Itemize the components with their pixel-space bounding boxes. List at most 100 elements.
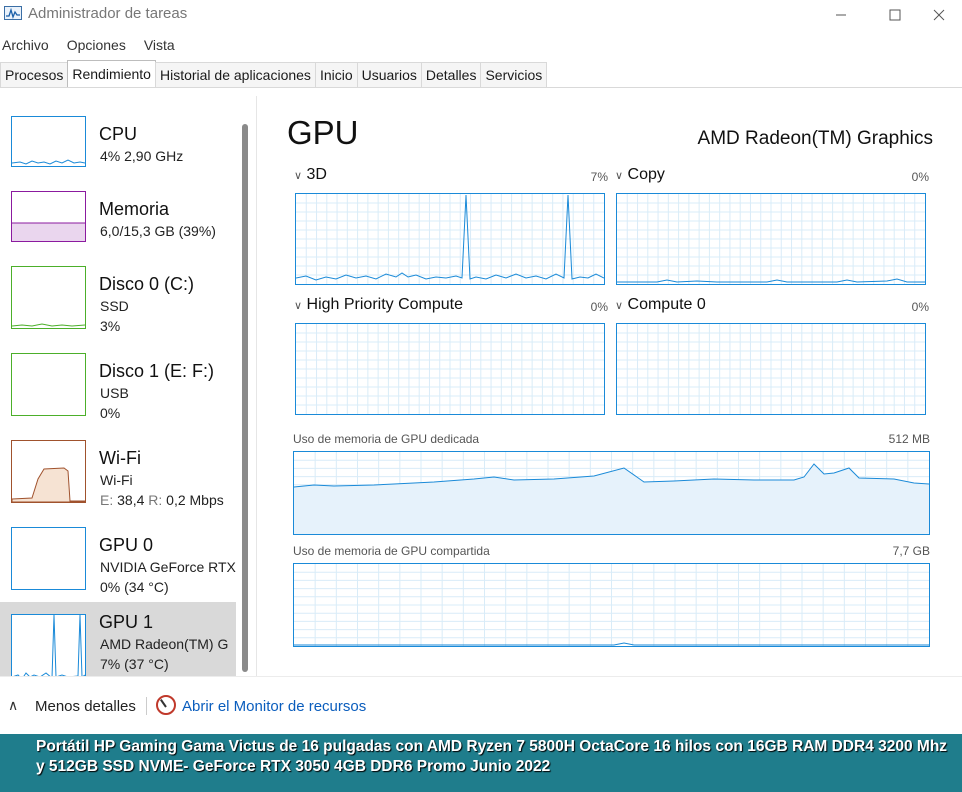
chevron-down-icon: ∨ — [294, 170, 303, 182]
graph-3d-svg — [296, 194, 604, 284]
wifi-send-prefix: E: — [100, 492, 114, 508]
sidebar-item-cpu[interactable]: CPU 4% 2,90 GHz — [0, 104, 236, 184]
wifi-thumbnail — [11, 440, 86, 503]
window-title: Administrador de tareas — [28, 5, 188, 22]
sidebar-item-sub2: 3% — [100, 318, 121, 334]
dedicated-memory-graph — [293, 451, 930, 535]
sidebar-item-memoria[interactable]: Memoria 6,0/15,3 GB (39%) — [0, 179, 236, 259]
sidebar-item-sub: SSD — [100, 298, 129, 314]
sidebar-item-title: GPU 0 — [99, 535, 154, 555]
wifi-recv-prefix: R: — [148, 492, 163, 508]
gpu1-thumbnail — [11, 614, 86, 676]
cpu-thumbnail — [11, 116, 86, 167]
sidebar-item-sub: NVIDIA GeForce RTX — [100, 559, 236, 575]
sidebar-item-wifi[interactable]: Wi-Fi Wi-Fi E: 38,4 R: 0,2 Mbps — [0, 428, 236, 508]
wifi-recv-value: 0,2 Mbps — [166, 492, 224, 508]
sidebar-item-title: Memoria — [99, 199, 170, 219]
less-details-button[interactable]: Menos detalles — [35, 698, 136, 715]
engine-graph-compute-0 — [616, 323, 926, 415]
gpu0-thumbnail — [11, 527, 86, 590]
menu-bar: Archivo Opciones Vista — [0, 34, 191, 56]
sidebar-item-sub: Wi-Fi — [100, 472, 133, 488]
dedicated-memory-value: 512 MB — [888, 432, 930, 446]
title-bar: Administrador de tareas — [0, 0, 962, 30]
menu-vista[interactable]: Vista — [142, 34, 177, 56]
minimize-button[interactable] — [818, 0, 864, 30]
performance-sidebar: CPU 4% 2,90 GHz Memoria 6,0/15,3 GB (39%… — [0, 96, 256, 676]
engine-percent: 0% — [911, 300, 929, 314]
wifi-send-value: 38,4 — [117, 492, 145, 508]
close-icon — [933, 9, 945, 21]
task-manager-icon — [4, 6, 22, 20]
engine-selector-3d[interactable]: ∨ 3D — [294, 166, 327, 184]
maximize-icon — [889, 9, 901, 21]
sidebar-item-sub2: 7% (37 °C) — [100, 656, 169, 672]
sidebar-item-disco-1[interactable]: Disco 1 (E: F:) USB 0% — [0, 342, 236, 422]
sidebar-item-disco-0[interactable]: Disco 0 (C:) SSD 3% — [0, 254, 236, 334]
engine-selector-copy[interactable]: ∨ Copy — [615, 166, 665, 184]
tab-servicios[interactable]: Servicios — [480, 62, 548, 87]
sidebar-item-sub: 4% 2,90 GHz — [100, 148, 184, 164]
menu-archivo[interactable]: Archivo — [0, 34, 51, 56]
sidebar-item-title: GPU 1 — [99, 612, 154, 632]
sidebar-item-sub: USB — [100, 385, 129, 401]
minimize-icon — [836, 14, 846, 16]
footer-bar: ∧ Menos detalles Abrir el Monitor de rec… — [0, 676, 962, 734]
resource-monitor-icon[interactable] — [156, 695, 176, 715]
tab-usuarios[interactable]: Usuarios — [356, 62, 422, 87]
caption-banner: Portátil HP Gaming Gama Victus de 16 pul… — [0, 734, 962, 792]
tab-procesos[interactable]: Procesos — [0, 62, 69, 87]
chevron-down-icon: ∨ — [615, 300, 624, 312]
close-button[interactable] — [916, 0, 962, 30]
sidebar-scrollbar[interactable] — [242, 124, 248, 672]
engine-label: Copy — [627, 166, 665, 183]
sidebar-item-title: Wi-Fi — [99, 448, 141, 468]
open-resource-monitor-link[interactable]: Abrir el Monitor de recursos — [182, 698, 366, 715]
engine-graph-3d — [295, 193, 605, 285]
tab-detalles[interactable]: Detalles — [420, 62, 482, 87]
disk0-thumbnail — [11, 266, 86, 329]
tab-inicio[interactable]: Inicio — [314, 62, 358, 87]
page-title: GPU — [287, 114, 359, 151]
sidebar-item-title: Disco 0 (C:) — [99, 274, 195, 294]
wifi-throughput: E: 38,4 R: 0,2 Mbps — [100, 492, 224, 508]
shared-memory-label: Uso de memoria de GPU compartida — [293, 544, 490, 558]
engine-graph-high-priority-compute — [295, 323, 605, 415]
chevron-up-icon[interactable]: ∧ — [8, 697, 18, 714]
shared-memory-value: 7,7 GB — [892, 544, 930, 558]
engine-label: Compute 0 — [627, 296, 706, 313]
sidebar-item-sub: 6,0/15,3 GB (39%) — [100, 223, 216, 239]
engine-graph-copy — [616, 193, 926, 285]
engine-percent: 0% — [590, 300, 608, 314]
engine-selector-high-priority-compute[interactable]: ∨ High Priority Compute — [294, 296, 463, 314]
dedicated-graph-svg — [294, 452, 929, 534]
sidebar-item-sub2: 0% (34 °C) — [100, 579, 169, 595]
chevron-down-icon: ∨ — [294, 300, 303, 312]
gpu-device-name: AMD Radeon(TM) Graphics — [697, 128, 933, 149]
tab-strip: Procesos Rendimiento Historial de aplica… — [0, 60, 962, 88]
graph-copy-svg — [617, 194, 925, 284]
sidebar-item-title: Disco 1 (E: F:) — [99, 361, 215, 381]
shared-memory-graph — [293, 563, 930, 647]
sidebar-item-gpu-0[interactable]: GPU 0 NVIDIA GeForce RTX 0% (34 °C) — [0, 515, 236, 595]
chevron-down-icon: ∨ — [615, 170, 624, 182]
sidebar-item-title: CPU — [99, 124, 138, 144]
graph-hpc-svg — [296, 324, 604, 414]
sidebar-item-sub2: 0% — [100, 405, 121, 421]
tab-rendimiento[interactable]: Rendimiento — [67, 60, 156, 87]
gpu-detail-panel: GPU AMD Radeon(TM) Graphics ∨ 3D 7% ∨ Co… — [257, 96, 962, 676]
sidebar-item-gpu-1[interactable]: GPU 1 AMD Radeon(TM) G 7% (37 °C) — [0, 602, 236, 676]
engine-label: High Priority Compute — [306, 296, 464, 313]
maximize-button[interactable] — [872, 0, 918, 30]
footer-separator — [146, 697, 147, 715]
engine-percent: 0% — [911, 170, 929, 184]
tab-historial[interactable]: Historial de aplicaciones — [154, 62, 316, 87]
caption-text: Portátil HP Gaming Gama Victus de 16 pul… — [36, 738, 948, 775]
menu-opciones[interactable]: Opciones — [65, 34, 128, 56]
shared-graph-svg — [294, 564, 929, 646]
graph-compute0-svg — [617, 324, 925, 414]
sidebar-item-sub: AMD Radeon(TM) G — [100, 636, 229, 652]
memory-thumbnail — [11, 191, 86, 242]
dedicated-memory-label: Uso de memoria de GPU dedicada — [293, 432, 480, 446]
engine-selector-compute-0[interactable]: ∨ Compute 0 — [615, 296, 706, 314]
